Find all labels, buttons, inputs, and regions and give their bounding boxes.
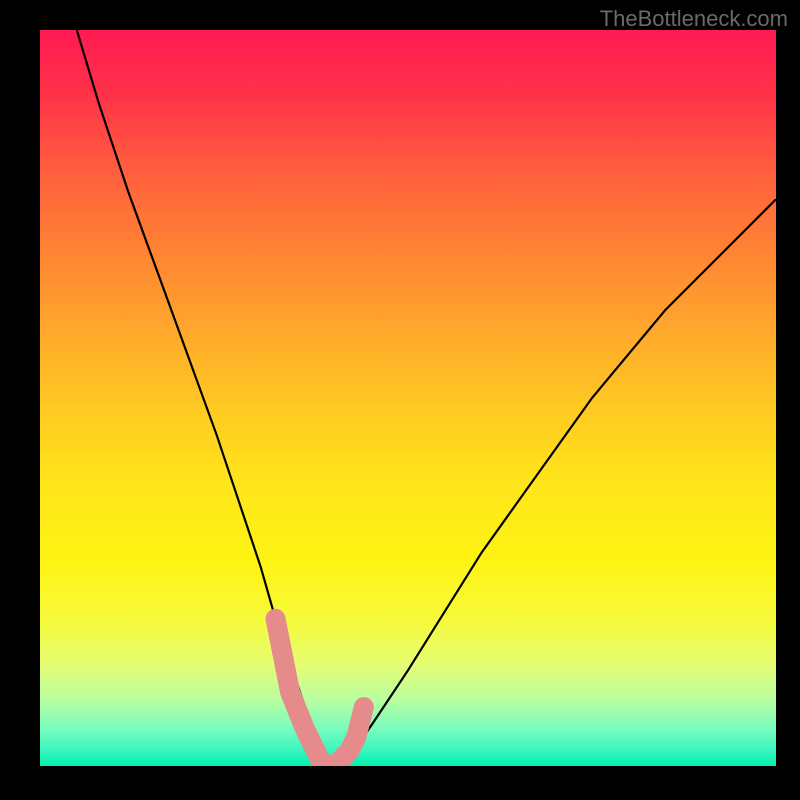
chart-plot-area <box>40 30 776 766</box>
sweet-spot-highlight <box>276 619 364 766</box>
curve-layer <box>40 30 776 766</box>
bottleneck-curve <box>77 30 776 766</box>
watermark-label: TheBottleneck.com <box>600 6 788 32</box>
